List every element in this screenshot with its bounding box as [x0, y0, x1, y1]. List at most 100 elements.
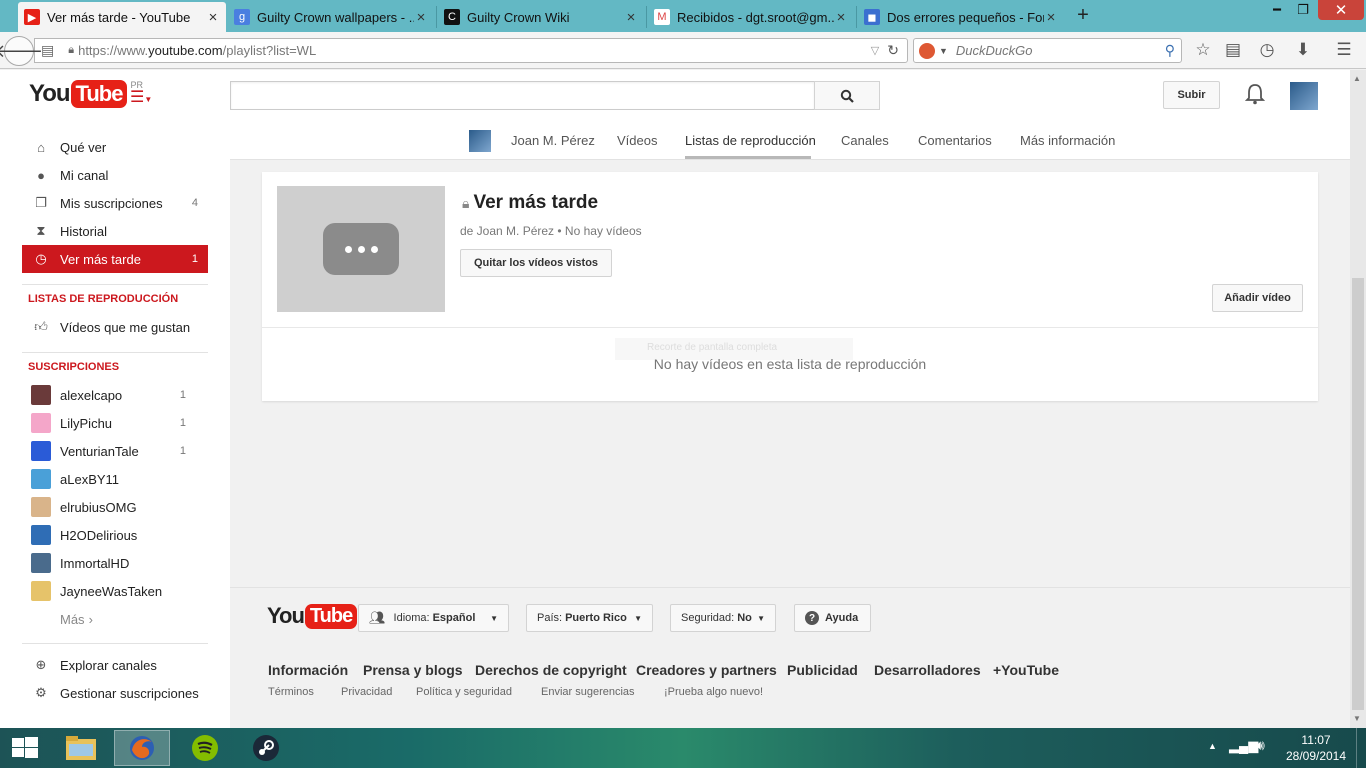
- close-tab-icon[interactable]: ×: [624, 9, 638, 26]
- youtube-search-input[interactable]: [230, 81, 815, 110]
- sidebar-item-ver-mas-tarde[interactable]: ◷ Ver más tarde 1: [22, 245, 208, 273]
- tab-comments[interactable]: Comentarios: [918, 133, 992, 148]
- new-tab-button[interactable]: +: [1073, 4, 1093, 27]
- scrollbar-thumb[interactable]: [1352, 278, 1364, 710]
- maximize-icon[interactable]: ❐: [1290, 0, 1316, 20]
- steam-taskbar-button[interactable]: [238, 730, 294, 766]
- browser-tab-gmail[interactable]: M Recibidos - dgt.sroot@gm... ×: [648, 2, 854, 32]
- sidebar-more-link[interactable]: Más ›: [22, 605, 208, 633]
- subscription-label: LilyPichu: [60, 415, 113, 431]
- close-tab-icon[interactable]: ×: [414, 9, 428, 26]
- url-text[interactable]: https://www.youtube.com/playlist?list=WL: [78, 43, 316, 58]
- footer-link-prueba[interactable]: ¡Prueba algo nuevo!: [664, 686, 763, 698]
- footer-link-publicidad[interactable]: Publicidad: [787, 662, 858, 678]
- bookmarks-icon[interactable]: ▤: [1222, 40, 1244, 60]
- notifications-bell-icon[interactable]: [1244, 83, 1266, 110]
- subscription-item[interactable]: VenturianTale 1: [22, 437, 208, 465]
- show-hidden-icons-icon[interactable]: ▲: [1208, 741, 1217, 751]
- sidebar-item-mi-canal[interactable]: ● Mi canal: [22, 161, 208, 189]
- footer-link-privacidad[interactable]: Privacidad: [341, 686, 392, 698]
- tab-channels[interactable]: Canales: [841, 133, 889, 148]
- footer-link-politica[interactable]: Política y seguridad: [416, 686, 512, 698]
- browser-nav-bar: ▤ 🔒︎ https://www.youtube.com/playlist?li…: [0, 32, 1366, 69]
- search-icon[interactable]: ⚲: [1165, 42, 1175, 59]
- scroll-up-icon[interactable]: ▲: [1353, 74, 1361, 83]
- engine-dropdown-icon[interactable]: ▼: [939, 46, 948, 56]
- close-tab-icon[interactable]: ×: [1044, 9, 1058, 26]
- firefox-taskbar-button[interactable]: [114, 730, 170, 766]
- subscription-item[interactable]: elrubiusOMG: [22, 493, 208, 521]
- sidebar-item-mis-suscripciones[interactable]: ❐ Mis suscripciones 4: [22, 189, 208, 217]
- remove-watched-button[interactable]: Quitar los vídeos vistos: [460, 249, 612, 277]
- spotify-taskbar-button[interactable]: [177, 730, 233, 766]
- subscription-item[interactable]: JayneeWasTaken: [22, 577, 208, 605]
- footer-link-prensa[interactable]: Prensa y blogs: [363, 662, 463, 678]
- footer-youtube-logo[interactable]: You Tube: [267, 603, 358, 629]
- sidebar-item-label: Vídeos que me gustan: [60, 319, 191, 335]
- tab-about[interactable]: Más información: [1020, 133, 1115, 148]
- history-icon[interactable]: ◷: [1256, 40, 1278, 60]
- download-icon[interactable]: ⬇: [1292, 40, 1314, 60]
- footer-link-desarrolladores[interactable]: Desarrolladores: [874, 662, 981, 678]
- tab-videos[interactable]: Vídeos: [617, 133, 657, 148]
- footer-link-informacion[interactable]: Información: [268, 662, 348, 678]
- channel-owner-link[interactable]: Joan M. Pérez: [511, 133, 595, 148]
- youtube-logo[interactable]: You Tube PR: [29, 80, 143, 108]
- subscription-item[interactable]: LilyPichu 1: [22, 409, 208, 437]
- network-icon[interactable]: ▂▄▆: [1229, 738, 1258, 754]
- footer-link-creadores[interactable]: Creadores y partners: [636, 662, 777, 678]
- playlists-heading[interactable]: LISTAS DE REPRODUCCIÓN: [28, 293, 178, 305]
- bookmark-star-icon[interactable]: ☆: [1192, 40, 1214, 60]
- subscription-item[interactable]: aLexBY11: [22, 465, 208, 493]
- country-picker[interactable]: País: Puerto Rico ▼: [526, 604, 653, 632]
- sidebar-item-explore-channels[interactable]: ⊕ Explorar canales: [22, 651, 208, 679]
- duckduckgo-icon[interactable]: [919, 42, 935, 59]
- browser-tab-forum[interactable]: ◼ Dos errores pequeños - For... ×: [858, 2, 1064, 32]
- minimize-icon[interactable]: ━: [1264, 0, 1290, 20]
- footer-link-copyright[interactable]: Derechos de copyright: [475, 662, 627, 678]
- reload-icon[interactable]: ↻: [887, 42, 899, 59]
- sidebar-item-manage-subscriptions[interactable]: ⚙ Gestionar suscripciones: [22, 679, 208, 707]
- menu-icon[interactable]: ☰: [1333, 40, 1355, 60]
- taskbar-clock[interactable]: 11:07 28/09/2014: [1283, 732, 1349, 764]
- search-engine-box[interactable]: ▼ DuckDuckGo ⚲: [913, 38, 1182, 63]
- sidebar-item-liked-videos[interactable]: 👍︎ Vídeos que me gustan: [22, 313, 208, 341]
- footer-link-terminos[interactable]: Términos: [268, 686, 314, 698]
- show-desktop-button[interactable]: [1356, 728, 1366, 768]
- tab-playlists[interactable]: Listas de reproducción: [685, 133, 816, 148]
- youtube-search-button[interactable]: [814, 81, 880, 110]
- close-tab-icon[interactable]: ×: [834, 9, 848, 26]
- footer-link-sugerencias[interactable]: Enviar sugerencias: [541, 686, 635, 698]
- browser-tab-youtube[interactable]: ▶ Ver más tarde - YouTube ×: [18, 2, 226, 32]
- user-icon: ●: [37, 167, 45, 183]
- url-dropdown-icon[interactable]: ▽: [871, 44, 879, 57]
- start-button[interactable]: [0, 730, 50, 766]
- subscriptions-heading[interactable]: SUSCRIPCIONES: [28, 361, 119, 373]
- subscription-item[interactable]: H2ODelirious: [22, 521, 208, 549]
- browser-tab-wiki[interactable]: C Guilty Crown Wiki ×: [438, 2, 644, 32]
- browser-tab-google[interactable]: g Guilty Crown wallpapers - ... ×: [228, 2, 434, 32]
- back-button[interactable]: 🡐: [0, 36, 43, 66]
- volume-icon[interactable]: 🔊︎: [1256, 737, 1265, 754]
- safety-picker[interactable]: Seguridad: No ▼: [670, 604, 776, 632]
- file-explorer-taskbar-button[interactable]: [53, 730, 109, 766]
- tab-divider: [646, 6, 647, 28]
- language-picker[interactable]: 👥︎ Idioma: Español ▼: [358, 604, 509, 632]
- account-avatar[interactable]: [1290, 82, 1318, 110]
- url-bar[interactable]: ▤ 🔒︎ https://www.youtube.com/playlist?li…: [34, 38, 908, 63]
- subscription-item[interactable]: alexelcapo 1: [22, 381, 208, 409]
- subscription-item[interactable]: ImmortalHD: [22, 549, 208, 577]
- page-scrollbar[interactable]: ▲ ▼: [1350, 70, 1366, 728]
- subscription-label: aLexBY11: [60, 471, 120, 487]
- add-video-button[interactable]: Añadir vídeo: [1212, 284, 1303, 312]
- channel-avatar[interactable]: [469, 130, 491, 152]
- help-button[interactable]: ? Ayuda: [794, 604, 871, 632]
- guide-menu-icon[interactable]: ☰▼: [130, 87, 152, 107]
- close-tab-icon[interactable]: ×: [206, 9, 220, 26]
- upload-button[interactable]: Subir: [1163, 81, 1220, 109]
- sidebar-item-que-ver[interactable]: ⌂ Qué ver: [22, 133, 208, 161]
- footer-link-plus-youtube[interactable]: +YouTube: [993, 662, 1059, 678]
- scroll-down-icon[interactable]: ▼: [1353, 714, 1361, 723]
- close-window-icon[interactable]: ✕: [1318, 0, 1364, 20]
- sidebar-item-historial[interactable]: ⧗ Historial: [22, 217, 208, 245]
